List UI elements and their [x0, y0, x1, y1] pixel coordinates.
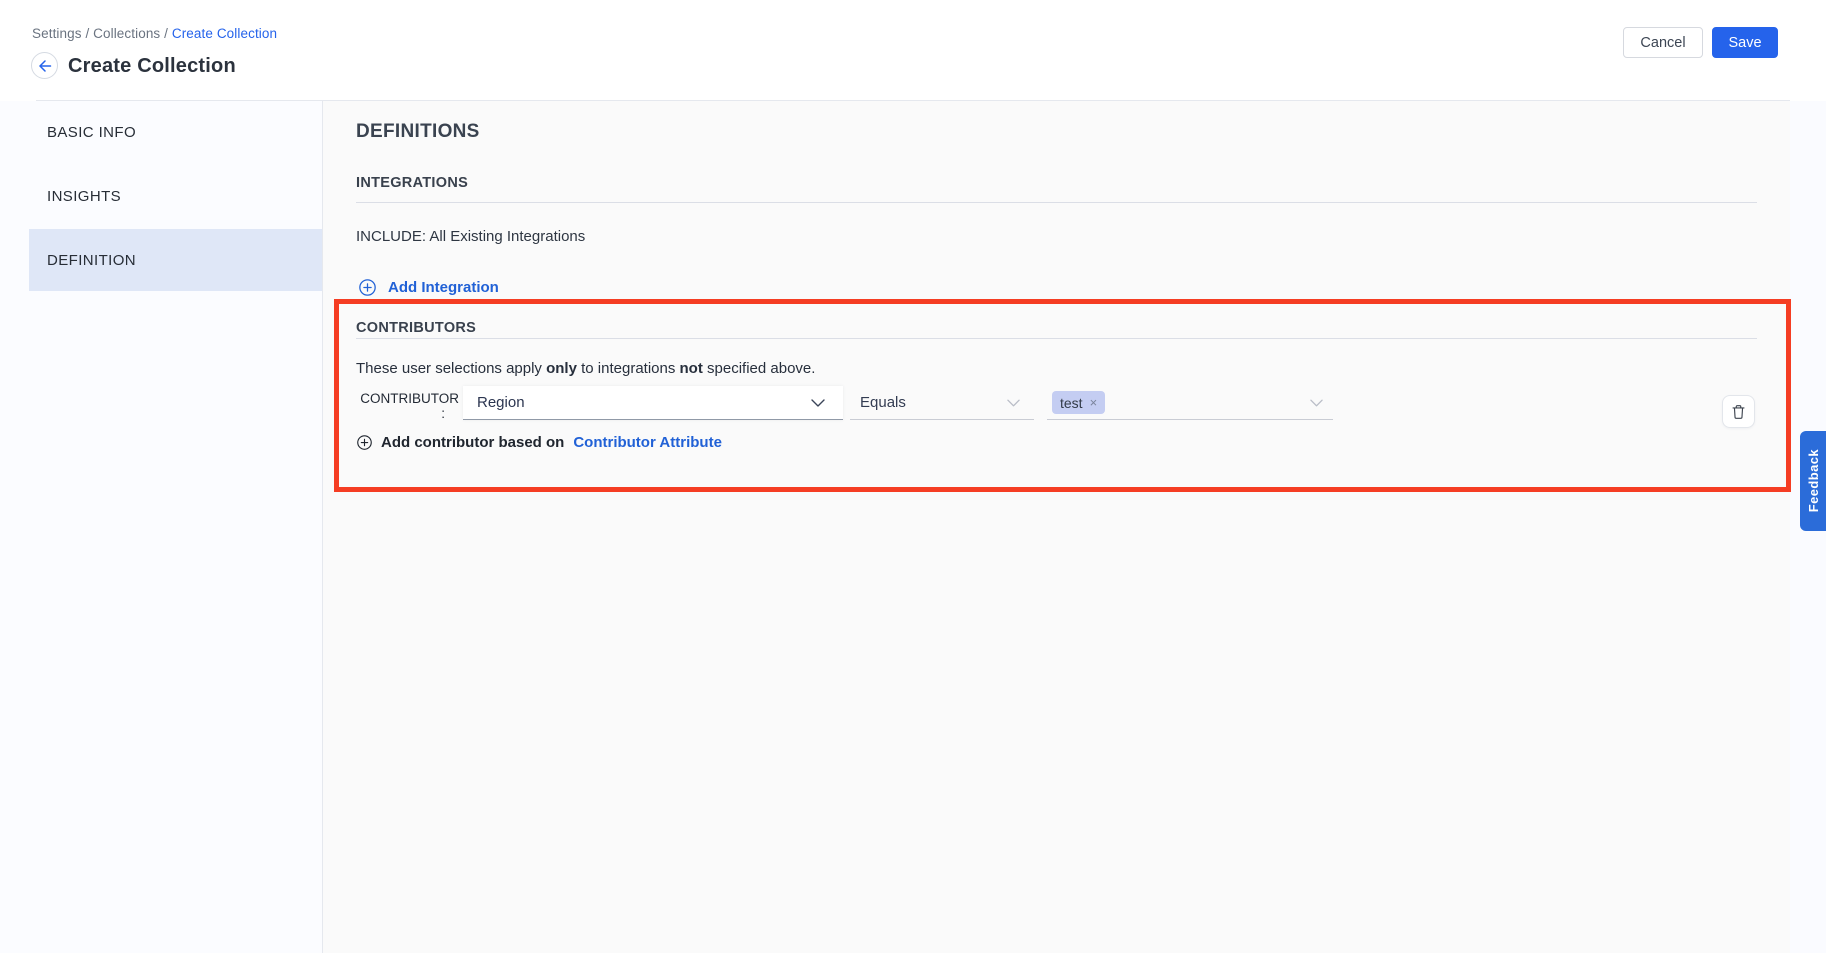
chevron-down-icon — [1007, 399, 1020, 407]
breadcrumb-settings[interactable]: Settings — [32, 26, 82, 41]
breadcrumb-separator: / — [82, 26, 94, 41]
divider — [356, 202, 1757, 203]
add-integration-button[interactable]: Add Integration — [359, 279, 499, 296]
trash-icon — [1731, 404, 1746, 420]
value-tag: test × — [1052, 391, 1105, 414]
save-button[interactable]: Save — [1712, 27, 1778, 58]
back-button[interactable] — [31, 52, 58, 79]
breadcrumb-collections[interactable]: Collections — [93, 26, 160, 41]
sidebar-item-label: DEFINITION — [47, 252, 136, 269]
chevron-down-icon — [1310, 399, 1323, 407]
operator-select[interactable]: Equals — [850, 386, 1034, 420]
include-integrations-text: INCLUDE: All Existing Integrations — [356, 228, 585, 245]
attribute-select-value: Region — [477, 394, 525, 411]
delete-contributor-button[interactable] — [1722, 395, 1755, 428]
sidebar-item-label: BASIC INFO — [47, 124, 136, 141]
contributors-note: These user selections apply only to inte… — [356, 360, 815, 377]
add-contributor-button[interactable]: Add contributor based on Contributor Att… — [357, 434, 722, 451]
main-panel: DEFINITIONS INTEGRATIONS INCLUDE: All Ex… — [323, 101, 1826, 953]
breadcrumb: Settings / Collections / Create Collecti… — [32, 26, 277, 41]
plus-circle-icon — [357, 435, 372, 450]
page-header: Settings / Collections / Create Collecti… — [0, 0, 1826, 101]
page-title: Create Collection — [68, 55, 236, 78]
attribute-select[interactable]: Region — [463, 386, 843, 420]
operator-select-value: Equals — [860, 394, 906, 411]
sidebar-nav: BASIC INFO INSIGHTS DEFINITION — [29, 101, 322, 291]
remove-tag-button[interactable]: × — [1090, 395, 1098, 410]
sidebar-item-label: INSIGHTS — [47, 188, 121, 205]
sidebar-item-insights[interactable]: INSIGHTS — [29, 165, 322, 227]
contributor-label-colon: : — [359, 406, 459, 421]
feedback-tab[interactable]: Feedback — [1800, 431, 1826, 531]
add-integration-label: Add Integration — [388, 279, 499, 296]
divider — [356, 338, 1757, 339]
section-title: DEFINITIONS — [356, 121, 480, 143]
sidebar-item-definition[interactable]: DEFINITION — [29, 229, 322, 291]
breadcrumb-separator: / — [160, 26, 172, 41]
integrations-heading: INTEGRATIONS — [356, 175, 468, 191]
arrow-left-icon — [38, 60, 52, 72]
values-multiselect[interactable]: test × — [1047, 386, 1333, 420]
cancel-button[interactable]: Cancel — [1623, 27, 1703, 58]
value-tag-label: test — [1060, 395, 1083, 411]
sidebar: BASIC INFO INSIGHTS DEFINITION — [0, 101, 323, 953]
sidebar-item-basic-info[interactable]: BASIC INFO — [29, 101, 322, 163]
breadcrumb-current[interactable]: Create Collection — [172, 26, 277, 41]
contributors-heading: CONTRIBUTORS — [356, 320, 476, 336]
contributor-attribute-link[interactable]: Contributor Attribute — [573, 434, 722, 451]
plus-circle-icon — [359, 279, 376, 296]
feedback-tab-label: Feedback — [1806, 449, 1821, 512]
contributor-row-label: CONTRIBUTOR : — [359, 391, 459, 421]
add-contributor-label: Add contributor based on — [381, 434, 564, 451]
chevron-down-icon — [811, 399, 825, 407]
contributor-label-text: CONTRIBUTOR — [360, 391, 459, 406]
